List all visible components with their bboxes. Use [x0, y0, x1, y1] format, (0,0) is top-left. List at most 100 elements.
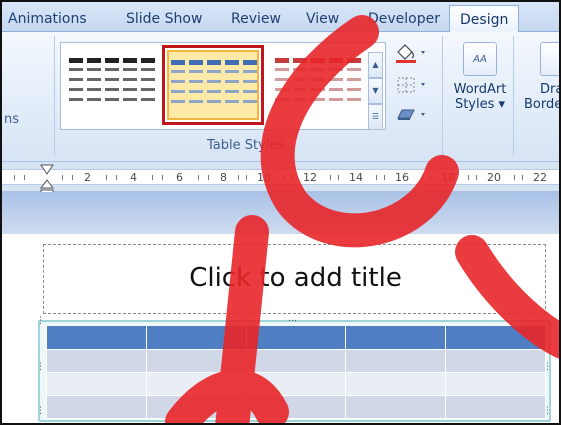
draw-borders-label-line2: Borde	[524, 97, 561, 112]
table-cell[interactable]	[245, 349, 347, 373]
gallery-more-button[interactable]: ☰	[368, 104, 383, 130]
table-cell[interactable]	[445, 349, 546, 373]
tab-review[interactable]: Review	[231, 2, 281, 32]
ruler-label: 12	[303, 171, 317, 184]
ruler-tick	[376, 175, 377, 180]
table-cell[interactable]	[145, 326, 247, 350]
tab-animations[interactable]: Animations	[8, 2, 87, 32]
table-header-row[interactable]	[46, 326, 546, 350]
table-row[interactable]	[46, 372, 546, 396]
title-placeholder[interactable]: Click to add title	[43, 244, 546, 314]
ruler-label: 20	[487, 171, 501, 184]
table-styles-group-label: Table Styles	[207, 138, 285, 153]
table-cell[interactable]	[345, 372, 447, 396]
table-cell[interactable]	[445, 372, 546, 396]
table-style-red[interactable]	[273, 50, 365, 120]
table-cell[interactable]	[46, 395, 147, 419]
group-divider	[442, 36, 443, 156]
resize-handle[interactable]: …	[288, 314, 298, 324]
draw-borders-label-line1: Draw	[540, 82, 559, 97]
ruler-tick	[514, 175, 515, 180]
resize-handle[interactable]: ⋮	[36, 316, 46, 326]
ruler-tick	[476, 175, 477, 180]
table-cell[interactable]	[145, 372, 247, 396]
table-cell[interactable]	[46, 349, 147, 373]
tab-view[interactable]: View	[306, 2, 339, 32]
shading-button[interactable]	[393, 42, 433, 64]
table-cell[interactable]	[445, 395, 546, 419]
tab-slide-show[interactable]: Slide Show	[126, 2, 202, 32]
tab-developer[interactable]: Developer	[368, 2, 440, 32]
wordart-styles-label-line2: Styles ▾	[454, 97, 506, 112]
ruler-tick	[246, 175, 247, 180]
ruler-tick	[522, 175, 523, 180]
ruler-tick	[422, 175, 423, 180]
resize-handle[interactable]: ⋮	[36, 362, 46, 372]
ruler-tick	[284, 175, 285, 180]
ruler-tick	[24, 175, 25, 180]
wordart-styles-label-line1: WordArt	[453, 82, 507, 97]
slide-table-frame[interactable]: ⋮ … ⋮ ⋮ ⋮ ⋮ … ⋮	[36, 314, 552, 422]
ruler-tick	[62, 175, 63, 180]
ruler-tick	[468, 175, 469, 180]
table-cell[interactable]	[145, 395, 247, 419]
table-style-blue-preview	[171, 60, 257, 103]
pencil-icon	[540, 42, 559, 76]
ruler-tick	[338, 175, 339, 180]
table-cell[interactable]	[145, 349, 247, 373]
gallery-scroll-down-button[interactable]: ▼	[368, 78, 383, 104]
ruler-tick	[152, 175, 153, 180]
resize-handle[interactable]: ⋮	[36, 406, 46, 416]
chevron-down-icon: ▾	[498, 97, 506, 112]
wordart-styles-button[interactable]: AA WordArt Styles ▾	[450, 40, 510, 140]
ruler-label: 16	[395, 171, 409, 184]
table-cell[interactable]	[245, 326, 347, 350]
ruler-label: 6	[176, 171, 183, 184]
borders-icon	[397, 77, 425, 93]
table-style-blue-selected[interactable]	[162, 45, 264, 125]
tab-design[interactable]: Design	[449, 5, 520, 33]
table-cell[interactable]	[46, 372, 147, 396]
ruler-tick	[14, 175, 15, 180]
ribbon-tab-bar: Animations Slide Show Review View Develo…	[2, 2, 559, 33]
ruler-label: 8	[220, 171, 227, 184]
table-cell[interactable]	[345, 395, 447, 419]
ruler-label: 4	[130, 171, 137, 184]
table-cell[interactable]	[345, 349, 447, 373]
left-group-label: ns	[4, 112, 20, 127]
borders-button[interactable]	[393, 74, 433, 96]
ruler-tick	[106, 175, 107, 180]
horizontal-ruler[interactable]: 2 4 6 8 10 12 14 16 18 20 22	[2, 162, 559, 192]
resize-handle[interactable]: ⋮	[543, 316, 553, 326]
paint-bucket-icon	[396, 44, 425, 63]
ruler-tick	[430, 175, 431, 180]
table-row[interactable]	[46, 395, 546, 419]
ribbon-panel: ns ▲ ▼ ☰ Table Styles AA WordArt Styles …	[2, 32, 561, 162]
gallery-scroll-up-button[interactable]: ▲	[368, 52, 383, 78]
ruler-tick	[162, 175, 163, 180]
group-divider	[513, 36, 514, 156]
table-style-red-preview	[275, 58, 361, 101]
group-divider	[54, 36, 55, 156]
table-style-dark-preview	[69, 58, 155, 101]
ruler-label: 2	[84, 171, 91, 184]
table-row[interactable]	[46, 349, 546, 373]
powerpoint-window: Animations Slide Show Review View Develo…	[0, 0, 561, 425]
table-cell[interactable]	[445, 326, 546, 350]
ruler-strip: 2 4 6 8 10 12 14 16 18 20 22	[2, 169, 559, 185]
table-cell[interactable]	[345, 326, 447, 350]
table-style-dark[interactable]	[67, 50, 159, 120]
ruler-tick	[292, 175, 293, 180]
table-styles-gallery[interactable]	[60, 42, 386, 130]
ruler-label: 14	[349, 171, 363, 184]
draw-borders-button[interactable]: Draw Borde	[518, 40, 561, 140]
ruler-label: 10	[257, 171, 271, 184]
table-cell[interactable]	[245, 395, 347, 419]
table-cell[interactable]	[245, 372, 347, 396]
slide-table[interactable]	[46, 326, 546, 419]
ruler-label: 22	[533, 171, 547, 184]
ruler-label: 18	[441, 171, 455, 184]
effects-button[interactable]	[393, 104, 433, 126]
table-cell[interactable]	[46, 326, 147, 350]
ruler-tick	[330, 175, 331, 180]
